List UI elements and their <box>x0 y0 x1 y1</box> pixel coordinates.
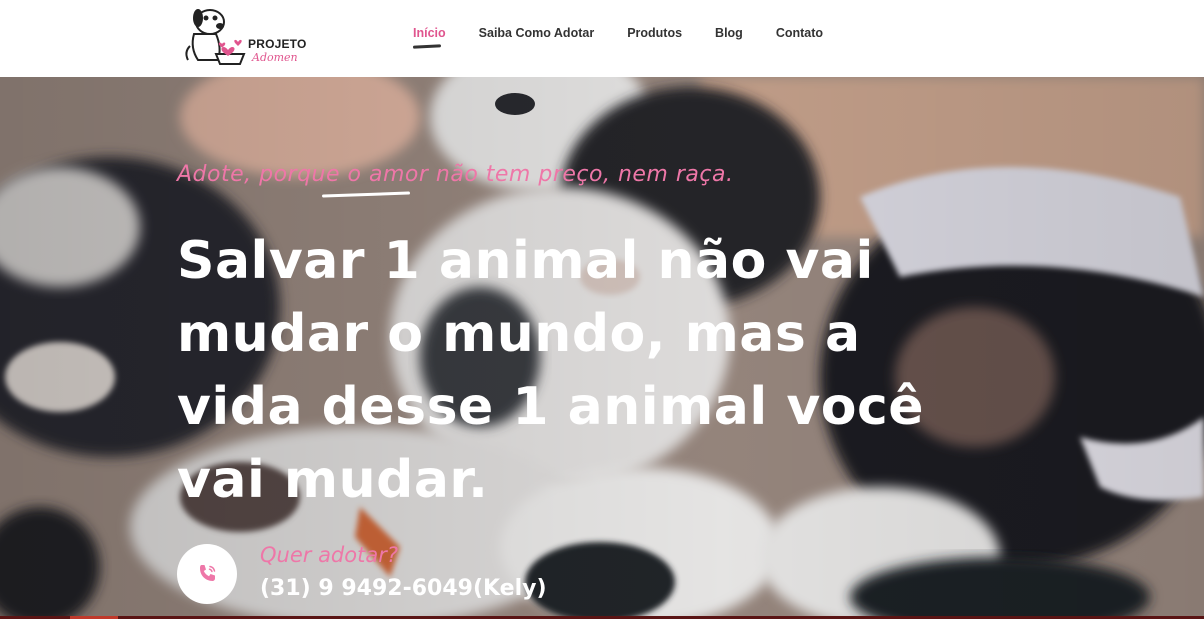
hero-headline: Salvar 1 animal não vai mudar o mundo, m… <box>177 231 925 510</box>
brand-name: PROJETO <box>248 37 307 51</box>
nav-item-contato[interactable]: Contato <box>776 26 823 40</box>
main-nav: Início Saiba Como Adotar Produtos Blog C… <box>412 26 856 49</box>
hero-tagline: Adote, porque o amor não tem preço, nem … <box>177 162 734 187</box>
cta-phone-number[interactable]: (31) 9 9492-6049(Kely) <box>260 576 547 601</box>
nav-item-label: Produtos <box>627 26 683 40</box>
active-nav-underline <box>412 44 442 49</box>
nav-item-label: Início <box>413 26 446 40</box>
brand-subname: Adomen <box>252 51 298 64</box>
nav-item-blog[interactable]: Blog <box>715 26 743 40</box>
nav-item-saiba-como-adotar[interactable]: Saiba Como Adotar <box>479 26 595 40</box>
nav-item-produtos[interactable]: Produtos <box>627 26 682 40</box>
nav-item-label: Saiba Como Adotar <box>478 26 595 40</box>
brand-logo[interactable]: PROJETO Adomen <box>180 4 306 68</box>
nav-item-inicio[interactable]: Início <box>412 26 446 49</box>
nav-item-label: Contato <box>775 26 824 40</box>
phone-icon <box>200 565 216 581</box>
site-header: PROJETO Adomen Início Saiba Como Adotar … <box>0 0 1204 77</box>
nav-item-label: Blog <box>715 26 743 40</box>
cta-label: Quer adotar? <box>260 543 398 567</box>
dog-with-hearts-bowl-icon <box>185 9 246 65</box>
hero-section: Adote, porque o amor não tem preço, nem … <box>0 77 1204 616</box>
phone-button[interactable] <box>177 544 237 604</box>
